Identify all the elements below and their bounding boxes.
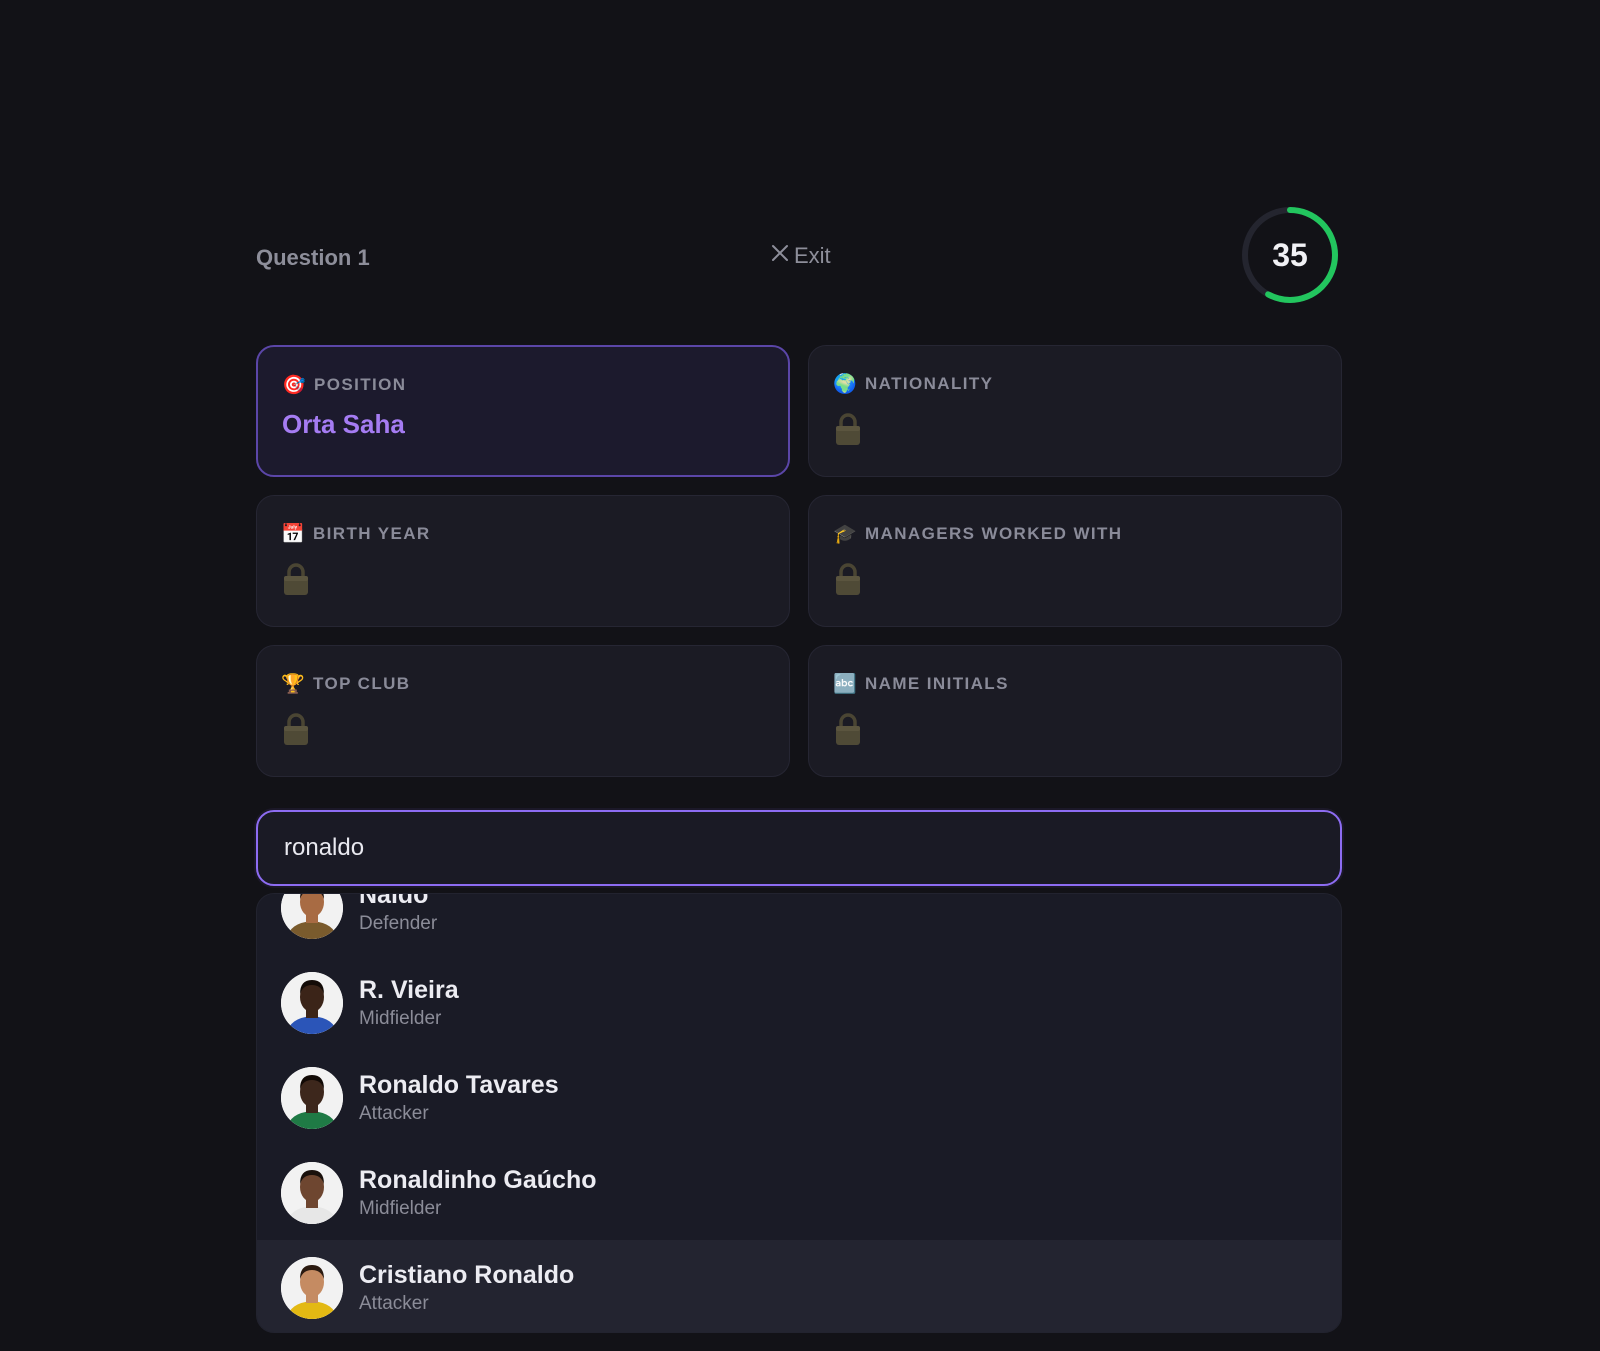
hint-card-name-initials: 🔤 NAME INITIALS — [808, 645, 1342, 777]
quiz-app: Question 1 Exit 35 🎯 POSITION Orta Saha … — [0, 0, 1600, 1351]
calendar-icon: 📅 — [281, 524, 305, 545]
result-item[interactable]: Cristiano Ronaldo Attacker — [257, 1240, 1341, 1332]
result-text: Cristiano Ronaldo Attacker — [359, 1260, 574, 1316]
card-label: NATIONALITY — [865, 374, 994, 393]
player-avatar — [281, 1256, 343, 1319]
player-name: Ronaldinho Gaúcho — [359, 1165, 597, 1194]
results-list: Naldo Defender R. Vieira Midfielder Rona… — [257, 893, 1341, 1332]
player-avatar — [281, 1161, 343, 1224]
result-text: Ronaldinho Gaúcho Midfielder — [359, 1165, 597, 1221]
player-avatar — [281, 894, 343, 939]
card-header: 🔤 NAME INITIALS — [833, 672, 1317, 696]
hint-cards-grid: 🎯 POSITION Orta Saha 🌍 NATIONALITY 📅 BIR… — [256, 345, 1342, 777]
player-position: Attacker — [359, 1102, 429, 1124]
quiz-header: Question 1 Exit 35 — [256, 205, 1342, 307]
player-search-input[interactable] — [258, 812, 1340, 884]
player-position: Midfielder — [359, 1007, 442, 1029]
search-results-dropdown[interactable]: Naldo Defender R. Vieira Midfielder Rona… — [256, 893, 1342, 1333]
player-name: R. Vieira — [359, 975, 459, 1004]
target-icon: 🎯 — [282, 375, 306, 396]
card-header: 🎓 MANAGERS WORKED WITH — [833, 522, 1317, 546]
player-position: Midfielder — [359, 1197, 442, 1219]
card-header: 📅 BIRTH YEAR — [281, 522, 765, 546]
timer-value: 35 — [1272, 236, 1308, 273]
hint-card-birth-year: 📅 BIRTH YEAR — [256, 495, 790, 627]
hint-card-managers-worked-with: 🎓 MANAGERS WORKED WITH — [808, 495, 1342, 627]
result-text: R. Vieira Midfielder — [359, 975, 459, 1031]
card-header: 🌍 NATIONALITY — [833, 372, 1317, 396]
search-box — [256, 810, 1342, 886]
lock-icon — [836, 563, 860, 595]
hint-card-nationality: 🌍 NATIONALITY — [808, 345, 1342, 477]
lock-icon — [284, 563, 308, 595]
exit-button[interactable]: Exit — [770, 243, 831, 269]
hint-card-position: 🎯 POSITION Orta Saha — [256, 345, 790, 477]
result-item[interactable]: Ronaldo Tavares Attacker — [257, 1050, 1341, 1145]
player-avatar — [281, 1066, 343, 1129]
card-label: NAME INITIALS — [865, 674, 1009, 693]
globe-icon: 🌍 — [833, 374, 857, 395]
player-name: Ronaldo Tavares — [359, 1070, 559, 1099]
card-value: Orta Saha — [282, 409, 405, 439]
trophy-icon: 🏆 — [281, 674, 305, 695]
player-avatar — [281, 971, 343, 1034]
question-label: Question 1 — [256, 245, 370, 270]
result-text: Naldo Defender — [359, 893, 438, 936]
result-item[interactable]: R. Vieira Midfielder — [257, 955, 1341, 1050]
player-name: Naldo — [359, 893, 429, 909]
card-label: MANAGERS WORKED WITH — [865, 524, 1123, 543]
card-label: TOP CLUB — [313, 674, 411, 693]
player-position: Defender — [359, 912, 438, 934]
card-header: 🏆 TOP CLUB — [281, 672, 765, 696]
result-item[interactable]: Naldo Defender — [257, 893, 1341, 955]
exit-label: Exit — [794, 243, 831, 268]
card-label: BIRTH YEAR — [313, 524, 431, 543]
hint-card-top-club: 🏆 TOP CLUB — [256, 645, 790, 777]
card-label: POSITION — [314, 375, 407, 394]
result-text: Ronaldo Tavares Attacker — [359, 1070, 559, 1126]
abc-icon: 🔤 — [833, 674, 857, 695]
lock-icon — [836, 413, 860, 445]
close-icon — [770, 243, 790, 269]
lock-icon — [284, 713, 308, 745]
card-header: 🎯 POSITION — [282, 373, 764, 397]
player-position: Attacker — [359, 1292, 429, 1314]
lock-icon — [836, 713, 860, 745]
player-name: Cristiano Ronaldo — [359, 1260, 575, 1289]
countdown-timer: 35 — [1240, 205, 1340, 305]
result-item[interactable]: Ronaldinho Gaúcho Midfielder — [257, 1145, 1341, 1240]
graduation-cap-icon: 🎓 — [833, 524, 857, 545]
